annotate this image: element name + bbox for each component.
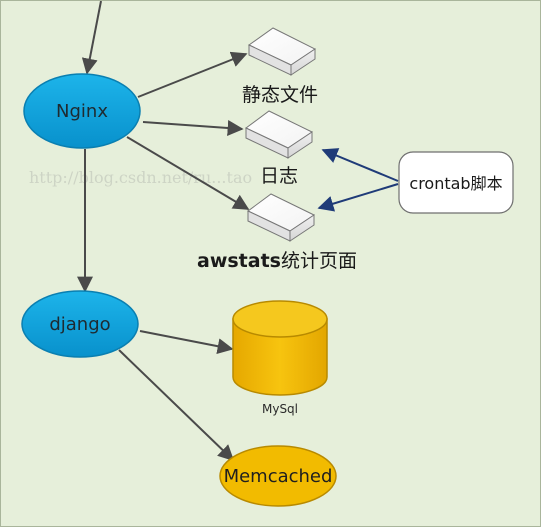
nginx-label: Nginx — [56, 101, 108, 122]
arrow-top-to-nginx — [81, 1, 102, 75]
log-box-icon — [245, 110, 314, 159]
nginx-node: Nginx — [23, 73, 141, 149]
diagram-canvas: http://blog.csdn.net/ru...tao Nginx djan… — [0, 0, 541, 527]
arrow-crontab-to-log — [321, 148, 399, 182]
diagram-svg: http://blog.csdn.net/ru...tao Nginx djan… — [21, 1, 514, 507]
arrow-django-to-memcached — [118, 349, 235, 462]
crontab-label: crontab脚本 — [409, 174, 502, 193]
arrow-crontab-to-awstats — [317, 183, 399, 212]
awstats-label: awstats统计页面 — [197, 250, 357, 272]
log-label: 日志 — [260, 165, 298, 187]
awstats-label-prefix: awstats — [197, 250, 281, 272]
static-files-label: 静态文件 — [242, 84, 318, 106]
memcached-label: Memcached — [224, 466, 333, 487]
django-label: django — [49, 314, 110, 335]
memcached-node: Memcached — [219, 445, 337, 507]
mysql-label: MySql — [262, 402, 298, 416]
arrow-django-to-mysql — [139, 330, 234, 355]
arrow-nginx-to-static-files — [137, 51, 248, 98]
crontab-node: crontab脚本 — [398, 151, 514, 214]
static-files-box-icon — [248, 27, 316, 76]
django-node: django — [21, 290, 139, 358]
awstats-label-suffix: 统计页面 — [281, 250, 357, 272]
watermark-text: http://blog.csdn.net/ru...tao — [29, 168, 252, 187]
arrow-nginx-to-log — [142, 120, 244, 136]
mysql-database-icon: MySql — [232, 300, 328, 416]
awstats-box-icon — [247, 193, 316, 242]
